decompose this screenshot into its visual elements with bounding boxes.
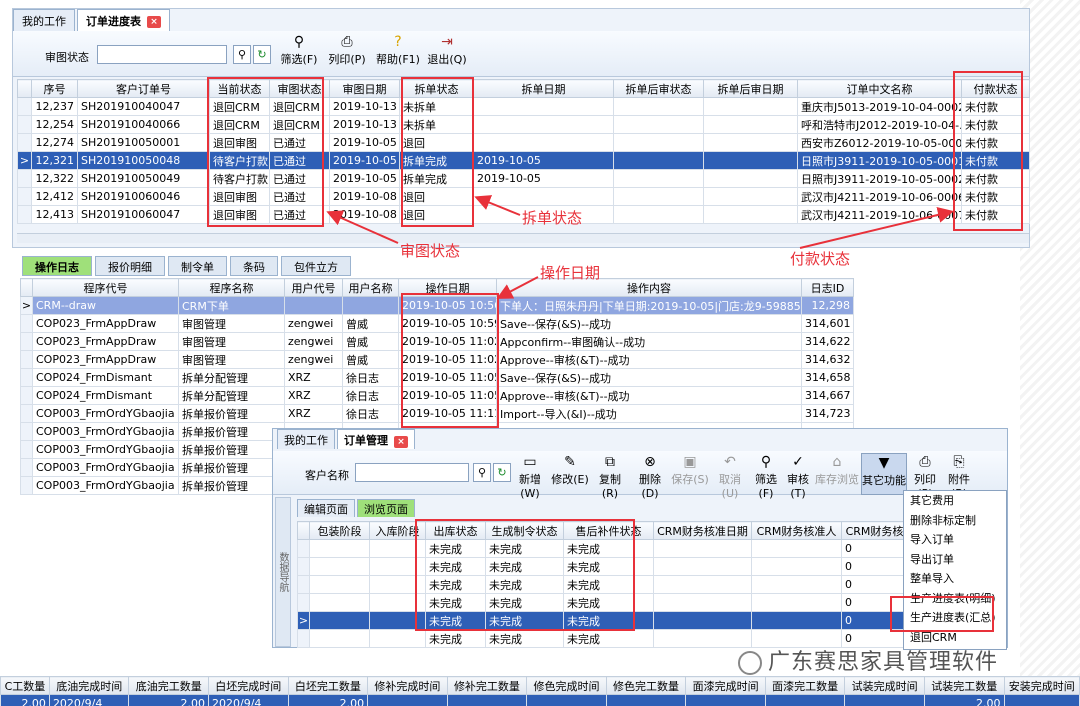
watermark-text: 广东赛思家具管理软件 xyxy=(768,650,999,675)
table-cell xyxy=(446,694,528,706)
wechat-icon xyxy=(738,651,762,675)
table-cell xyxy=(526,694,607,706)
column-header[interactable]: C工数量 xyxy=(0,676,50,695)
annotation-payment-status: 付款状态 xyxy=(790,250,851,268)
column-header[interactable]: 底油完工数量 xyxy=(128,676,210,695)
column-header[interactable]: 修色完成时间 xyxy=(526,676,607,695)
annotation-review-status: 审图状态 xyxy=(400,242,461,260)
column-header[interactable]: 白坯完成时间 xyxy=(208,676,289,695)
table-cell: 2.00 xyxy=(0,694,50,706)
production-progress-table: C工数量 底油完成时间 底油完工数量 白坯完成时间 白坯完工数量 修补完成时间 修补完工数量… xyxy=(0,676,1080,706)
table-header-row: C工数量 底油完成时间 底油完工数量 白坯完成时间 白坯完工数量 修补完成时间 修补完工数量… xyxy=(0,676,1080,695)
column-header[interactable]: 修补完工数量 xyxy=(446,676,528,695)
table-cell: 2.00 xyxy=(287,694,369,706)
arrow-opdate xyxy=(496,276,539,299)
table-cell xyxy=(367,694,448,706)
column-header[interactable]: 修补完成时间 xyxy=(367,676,448,695)
column-header[interactable]: 修色完工数量 xyxy=(605,676,687,695)
table-cell xyxy=(764,694,846,706)
arrow-split xyxy=(474,195,521,216)
annotation-arrows xyxy=(326,195,954,299)
column-header[interactable]: 白坯完工数量 xyxy=(287,676,369,695)
arrow-review xyxy=(326,210,399,244)
column-header[interactable]: 底油完成时间 xyxy=(48,676,130,695)
table-cell xyxy=(685,694,766,706)
table-cell xyxy=(605,694,687,706)
bottom-progress-strip: C工数量 底油完成时间 底油完工数量 白坯完成时间 白坯完工数量 修补完成时间 修补完工数量… xyxy=(0,676,1080,706)
table-row[interactable]: 2.00 2020/9/4 2.00 2020/9/4 2.00 2.00 xyxy=(0,694,1080,706)
annotation-split-status: 拆单状态 xyxy=(522,209,583,227)
table-cell xyxy=(1003,694,1080,706)
annotation-operation-date: 操作日期 xyxy=(540,264,601,282)
column-header[interactable]: 安装完成时间 xyxy=(1003,676,1080,695)
column-header[interactable]: 试装完工数量 xyxy=(923,676,1005,695)
table-cell: 2.00 xyxy=(128,694,210,706)
column-header[interactable]: 面漆完成时间 xyxy=(685,676,766,695)
table-cell: 2.00 xyxy=(923,694,1005,706)
column-header[interactable]: 面漆完工数量 xyxy=(764,676,846,695)
table-cell: 2020/9/4 xyxy=(48,694,130,706)
table-cell xyxy=(844,694,925,706)
arrow-pay xyxy=(799,207,954,249)
column-header[interactable]: 试装完成时间 xyxy=(844,676,925,695)
watermark: 广东赛思家具管理软件 xyxy=(738,644,998,676)
table-cell: 2020/9/4 xyxy=(208,694,289,706)
